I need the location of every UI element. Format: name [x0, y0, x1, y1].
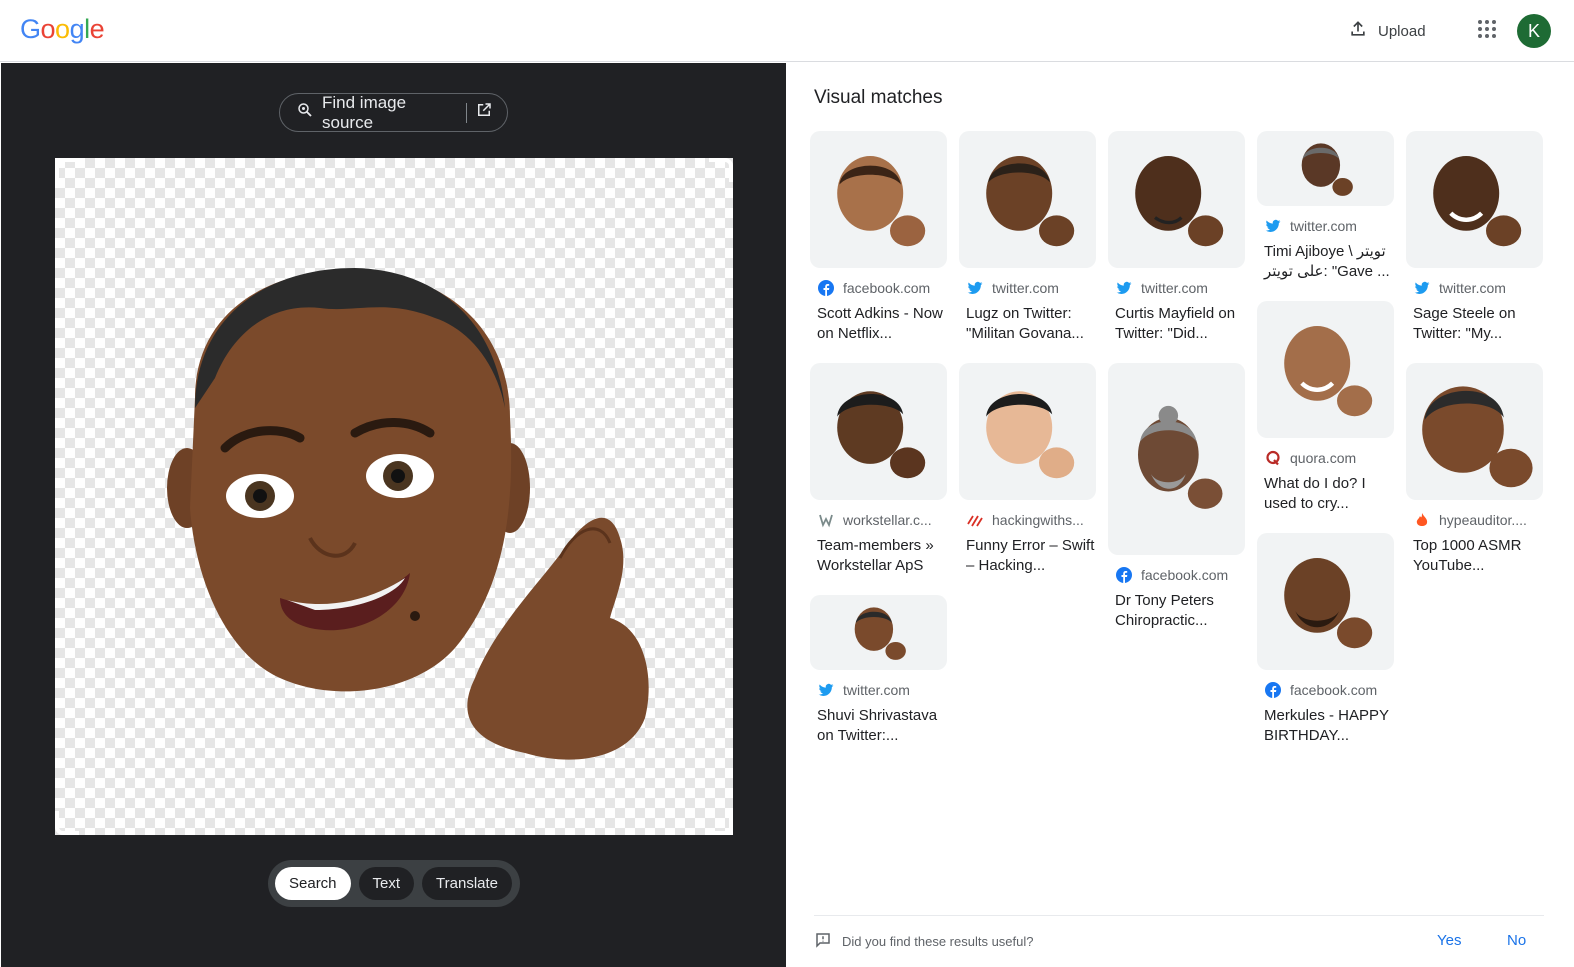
result-card[interactable]: twitter.com Shuvi Shrivastava on Twitter…	[810, 595, 947, 746]
result-title[interactable]: Curtis Mayfield on Twitter: "Did...	[1108, 304, 1245, 344]
apps-grid-icon	[1477, 19, 1497, 44]
result-title[interactable]: Funny Error – Swift – Hacking...	[959, 536, 1096, 576]
mode-text-button[interactable]: Text	[358, 867, 415, 900]
result-card[interactable]: facebook.com Merkules - HAPPY BIRTHDAY..…	[1257, 533, 1394, 746]
feedback-bar: Did you find these results useful? Yes N…	[814, 915, 1544, 967]
result-title[interactable]: Scott Adkins - Now on Netflix...	[810, 304, 947, 344]
crop-handle-bottom-right[interactable]	[709, 811, 733, 835]
mode-translate-button[interactable]: Translate	[422, 867, 513, 900]
feedback-icon	[814, 931, 832, 952]
twitter-icon	[1115, 279, 1133, 297]
memoji-thumbs-up-image	[167, 268, 649, 760]
result-title[interactable]: What do I do? I used to cry...	[1257, 474, 1394, 514]
result-thumbnail	[959, 363, 1096, 500]
result-card[interactable]: twitter.com Timi Ajiboye \ تويتر على توي…	[1257, 131, 1394, 282]
feedback-question: Did you find these results useful?	[842, 934, 1034, 949]
result-thumbnail	[959, 131, 1096, 268]
workstellar-icon	[817, 511, 835, 529]
google-logo[interactable]: Google	[20, 14, 105, 45]
result-card[interactable]: twitter.com Lugz on Twitter: "Militan Go…	[959, 131, 1096, 344]
result-card[interactable]: workstellar.c... Team-members » Workstel…	[810, 363, 947, 576]
result-source: twitter.com	[1141, 280, 1208, 296]
result-thumbnail	[1108, 363, 1245, 555]
result-card[interactable]: twitter.com Sage Steele on Twitter: "My.…	[1406, 131, 1543, 344]
result-thumbnail	[810, 131, 947, 268]
upload-button[interactable]: Upload	[1336, 14, 1438, 48]
result-card[interactable]: twitter.com Curtis Mayfield on Twitter: …	[1108, 131, 1245, 344]
facebook-icon	[817, 279, 835, 297]
feedback-yes-button[interactable]: Yes	[1437, 932, 1461, 949]
feedback-no-button[interactable]: No	[1507, 932, 1526, 949]
result-source: facebook.com	[1141, 567, 1229, 583]
result-card[interactable]: hypeauditor.... Top 1000 ASMR YouTube...	[1406, 363, 1543, 576]
result-source: workstellar.c...	[843, 512, 932, 528]
search-mode-selector: Search Text Translate	[268, 860, 520, 907]
result-source: twitter.com	[992, 280, 1059, 296]
divider	[466, 102, 467, 123]
result-thumbnail	[1406, 363, 1543, 500]
result-card[interactable]: facebook.com Scott Adkins - Now on Netfl…	[810, 131, 947, 344]
result-title[interactable]: Lugz on Twitter: "Militan Govana...	[959, 304, 1096, 344]
result-card[interactable]: quora.com What do I do? I used to cry...	[1257, 301, 1394, 514]
result-thumbnail	[810, 595, 947, 670]
result-thumbnail	[1257, 131, 1394, 206]
result-title[interactable]: Top 1000 ASMR YouTube...	[1406, 536, 1543, 576]
result-source: quora.com	[1290, 450, 1357, 466]
twitter-icon	[966, 279, 984, 297]
result-source: hackingwiths...	[992, 512, 1084, 528]
result-title[interactable]: Sage Steele on Twitter: "My...	[1406, 304, 1543, 344]
result-source: facebook.com	[843, 280, 931, 296]
twitter-icon	[817, 681, 835, 699]
account-avatar[interactable]: K	[1517, 14, 1551, 48]
upload-label: Upload	[1378, 22, 1426, 40]
query-image[interactable]	[55, 158, 733, 835]
mode-search-button[interactable]: Search	[275, 867, 351, 900]
google-apps-button[interactable]	[1470, 14, 1504, 48]
result-title[interactable]: Shuvi Shrivastava on Twitter:...	[810, 706, 947, 746]
find-image-source-button[interactable]: Find image source	[279, 93, 508, 132]
result-card[interactable]: hackingwiths... Funny Error – Swift – Ha…	[959, 363, 1096, 576]
crop-handle-top-right[interactable]	[709, 158, 733, 182]
result-source: facebook.com	[1290, 682, 1378, 698]
result-thumbnail	[1108, 131, 1245, 268]
image-preview-pane: Find image source Search Text Translate	[1, 63, 786, 967]
facebook-icon	[1115, 566, 1133, 584]
crop-handle-bottom-left[interactable]	[55, 811, 79, 835]
hypeauditor-icon	[1413, 511, 1431, 529]
result-source: twitter.com	[1439, 280, 1506, 296]
open-in-new-icon	[475, 101, 493, 124]
result-title[interactable]: Timi Ajiboye \ تويتر على تويتر: "Gave ..…	[1257, 242, 1394, 282]
result-title[interactable]: Dr Tony Peters Chiropractic...	[1108, 591, 1245, 631]
upload-icon	[1348, 19, 1368, 43]
twitter-icon	[1264, 217, 1282, 235]
result-thumbnail	[1257, 533, 1394, 670]
result-thumbnail	[810, 363, 947, 500]
result-source: twitter.com	[1290, 218, 1357, 234]
top-bar: Google Upload K	[0, 0, 1574, 62]
result-title[interactable]: Team-members » Workstellar ApS	[810, 536, 947, 576]
facebook-icon	[1264, 681, 1282, 699]
result-title[interactable]: Merkules - HAPPY BIRTHDAY...	[1257, 706, 1394, 746]
result-source: hypeauditor....	[1439, 512, 1527, 528]
result-card[interactable]: facebook.com Dr Tony Peters Chiropractic…	[1108, 363, 1245, 631]
hackingwithswift-icon	[966, 511, 984, 529]
quora-icon	[1264, 449, 1282, 467]
result-thumbnail	[1406, 131, 1543, 268]
results-pane: Visual matches facebook.com Scott Adkins…	[786, 63, 1574, 967]
crop-handle-top-left[interactable]	[55, 158, 79, 182]
result-source: twitter.com	[843, 682, 910, 698]
lens-search-icon	[296, 101, 314, 124]
twitter-icon	[1413, 279, 1431, 297]
find-source-label: Find image source	[322, 92, 407, 132]
result-thumbnail	[1257, 301, 1394, 438]
visual-matches-heading: Visual matches	[814, 87, 943, 108]
